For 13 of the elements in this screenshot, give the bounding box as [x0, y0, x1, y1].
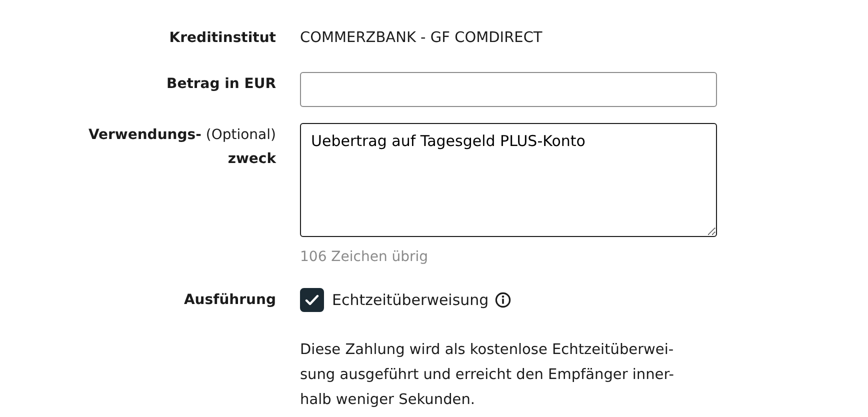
char-count: 106 Zeichen übrig [300, 248, 430, 267]
description-text: Diese Zahlung wird als kostenlose Echtzeitüberwei-sung ausgeführt und erreicht den Empfänger inner-halb weniger Sekunden. [300, 341, 675, 410]
info-icon[interactable] [494, 292, 511, 308]
check-icon [305, 294, 319, 306]
field-label: Ausführung [182, 291, 276, 310]
field-value: COMMERZBANK - GF COMDIRECT [300, 29, 544, 48]
field-label: Verwendungs- (Optional) zweck [87, 126, 276, 169]
field-label: Betrag in EUR [166, 75, 276, 94]
purpose-field[interactable]: Uebertrag auf Tagesgeld PLUS-Konto [300, 123, 717, 237]
amount-field[interactable] [300, 72, 717, 107]
field-label: Kreditinstitut [168, 29, 276, 48]
checkbox-label: Echtzeitüberweisung [332, 290, 489, 311]
checkbox[interactable] [300, 288, 324, 312]
